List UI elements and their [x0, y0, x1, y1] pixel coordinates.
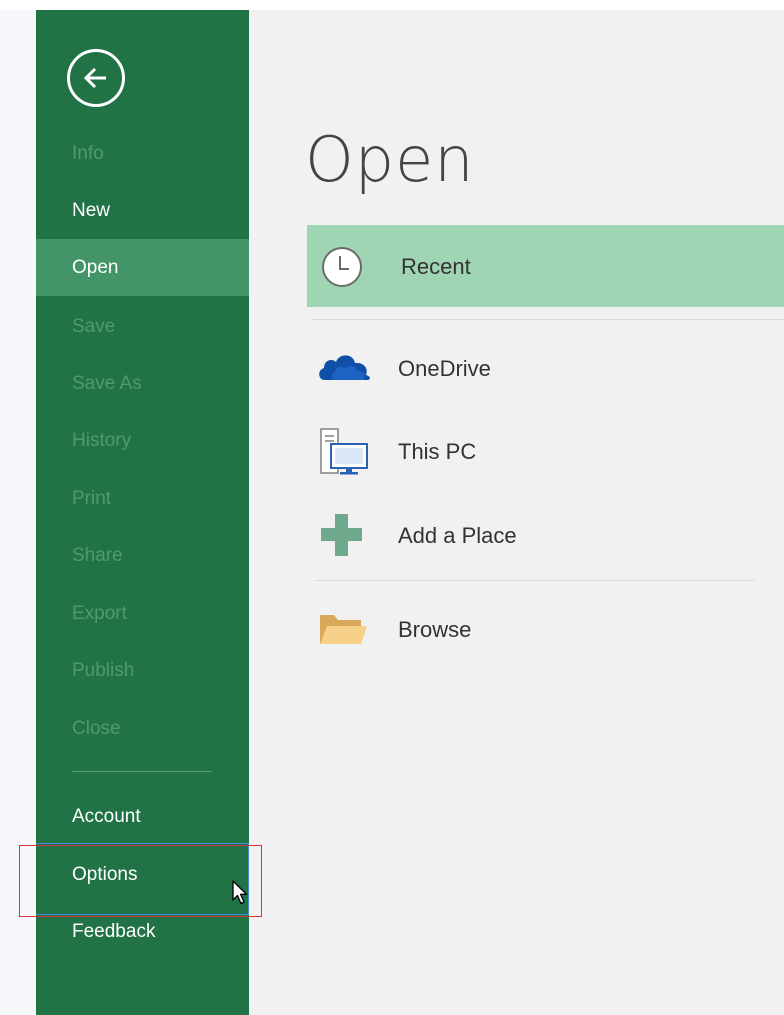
- place-recent[interactable]: Recent: [307, 225, 784, 307]
- nav-item-info: Info: [72, 143, 104, 164]
- clock-icon: [322, 247, 362, 287]
- place-this-pc-label: This PC: [398, 439, 477, 464]
- place-onedrive[interactable]: OneDrive: [307, 327, 784, 409]
- place-recent-label: Recent: [401, 254, 471, 279]
- nav-item-history: History: [72, 430, 132, 451]
- place-browse[interactable]: Browse: [307, 588, 784, 670]
- app-window: Info New Open Save Save As History Print…: [0, 0, 784, 1015]
- place-onedrive-label: OneDrive: [398, 356, 491, 381]
- place-this-pc[interactable]: This PC: [307, 410, 784, 492]
- nav-item-save-as: Save As: [72, 373, 142, 394]
- sidebar-divider: [72, 771, 212, 772]
- computer-icon: [320, 428, 368, 475]
- nav-item-publish: Publish: [72, 660, 135, 681]
- mouse-cursor-icon: [232, 880, 248, 905]
- nav-item-save: Save: [72, 316, 116, 337]
- places-separator-bottom: [315, 580, 755, 581]
- page-title: Open: [305, 123, 475, 196]
- place-add-a-place-label: Add a Place: [398, 523, 517, 548]
- back-button[interactable]: [67, 49, 125, 107]
- nav-item-open[interactable]: Open: [36, 239, 249, 296]
- nav-item-new[interactable]: New: [36, 182, 249, 239]
- folder-icon: [320, 615, 367, 644]
- plus-icon: [321, 514, 362, 556]
- nav-item-close: Close: [72, 718, 121, 739]
- onedrive-cloud-icon: [319, 355, 370, 380]
- place-add-a-place[interactable]: Add a Place: [307, 494, 784, 576]
- nav-item-account[interactable]: Account: [36, 788, 249, 845]
- place-browse-label: Browse: [398, 617, 472, 642]
- top-margin: [0, 0, 784, 10]
- nav-item-share: Share: [72, 545, 123, 566]
- annotation-highlight-box: [19, 845, 262, 917]
- places-separator-top: [311, 319, 784, 320]
- nav-item-export: Export: [72, 603, 127, 624]
- nav-item-print: Print: [72, 488, 112, 509]
- back-arrow-icon: [83, 67, 106, 89]
